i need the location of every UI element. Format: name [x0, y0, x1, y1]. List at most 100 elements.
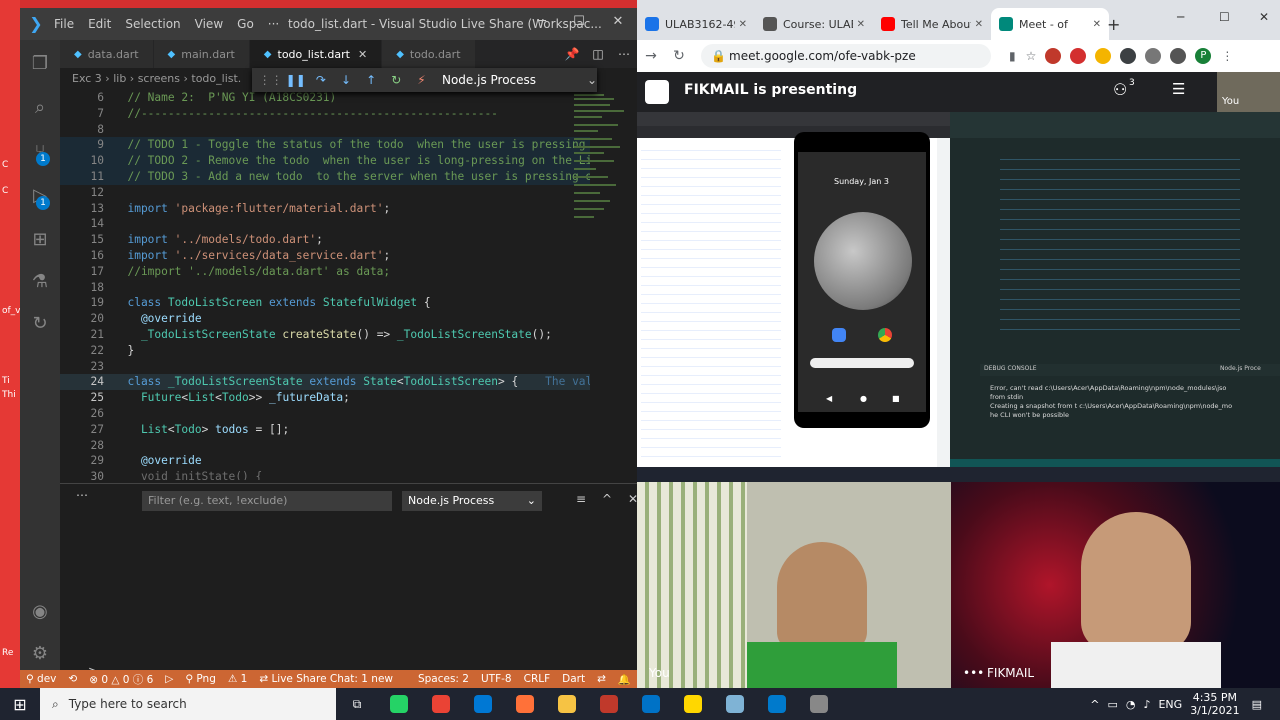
pin-icon[interactable]: 📌 — [559, 40, 585, 68]
taskbar-app-icon[interactable] — [714, 688, 756, 720]
close-tab-icon[interactable]: ✕ — [739, 19, 747, 30]
people-icon[interactable]: ⚇ — [1113, 80, 1127, 99]
close-tab-icon[interactable]: ✕ — [857, 19, 865, 30]
run-debug-icon[interactable]: ▷1 — [28, 184, 52, 210]
status-item[interactable]: ▷ — [165, 673, 173, 685]
status-item[interactable]: ⊗ 0 △ 0 ⓘ 6 — [89, 672, 153, 687]
reload-icon[interactable]: ↻ — [665, 48, 693, 64]
menu-view[interactable]: View — [195, 17, 223, 31]
participant-tile-you[interactable]: You — [637, 482, 951, 688]
chevron-down-icon[interactable]: ⌄ — [587, 73, 597, 87]
more-icon[interactable]: ⋯ — [76, 488, 88, 502]
extension-icon[interactable] — [1145, 48, 1162, 64]
maximize-icon[interactable]: ☐ — [564, 14, 594, 29]
pause-icon[interactable]: ❚❚ — [283, 73, 308, 87]
menu-go[interactable]: Go — [237, 17, 254, 31]
tab-todo-dart[interactable]: ◆ todo.dart — [382, 40, 476, 68]
source-control-icon[interactable]: ⑂1 — [28, 140, 52, 166]
status-item[interactable]: CRLF — [524, 673, 551, 685]
task-view-icon[interactable]: ⧉ — [336, 688, 378, 720]
minimize-icon[interactable]: ─ — [527, 14, 557, 29]
taskbar-app-icon[interactable] — [420, 688, 462, 720]
extension-icon[interactable] — [1095, 48, 1112, 64]
start-windows-icon[interactable]: ⊞ — [0, 688, 40, 720]
participant-tile-fikmail[interactable]: ••• FIKMAIL — [951, 482, 1280, 688]
maximize-panel-icon[interactable]: ^ — [602, 492, 612, 506]
taskbar-app-icon[interactable] — [546, 688, 588, 720]
taskbar-app-icon[interactable] — [462, 688, 504, 720]
menu-edit[interactable]: Edit — [88, 17, 111, 31]
clear-console-icon[interactable]: ≡ — [576, 492, 586, 506]
extension-icon[interactable] — [1120, 48, 1137, 64]
back-icon[interactable]: → — [637, 48, 665, 64]
menu-more[interactable]: ··· — [268, 17, 279, 31]
tab-data-dart[interactable]: ◆ data.dart — [60, 40, 154, 68]
status-item[interactable]: ⇄ — [597, 673, 606, 685]
status-item[interactable]: Dart — [562, 673, 585, 685]
close-tab-icon[interactable]: ✕ — [358, 48, 367, 61]
tab-todo-list-dart[interactable]: ◆ todo_list.dart ✕ — [249, 40, 383, 68]
console-filter-input[interactable]: Filter (e.g. text, !exclude) — [142, 491, 392, 511]
notifications-icon[interactable]: ▤ — [1252, 698, 1262, 711]
close-tab-icon[interactable]: ✕ — [1093, 19, 1101, 30]
restart-icon[interactable]: ↻ — [384, 73, 409, 87]
search-icon[interactable]: ⌕ — [28, 96, 52, 120]
status-item[interactable]: ⚲ Png — [185, 673, 216, 685]
close-icon[interactable]: ✕ — [1259, 10, 1269, 24]
browser-tab[interactable]: Course: ULAB ✕ — [755, 8, 873, 40]
camera-icon[interactable]: ▮ — [1009, 49, 1016, 63]
extension-icon[interactable] — [1045, 48, 1062, 64]
menu-file[interactable]: File — [54, 17, 74, 31]
new-tab-icon[interactable]: + — [1107, 15, 1120, 34]
chat-icon[interactable]: ☰ — [1172, 80, 1185, 98]
chevron-up-icon[interactable]: ^ — [1090, 698, 1099, 711]
status-item[interactable]: ⇄ Live Share Chat: 1 new — [259, 673, 393, 685]
volume-icon[interactable]: ♪ — [1143, 698, 1150, 711]
taskbar-app-icon[interactable] — [756, 688, 798, 720]
taskbar-app-icon[interactable] — [630, 688, 672, 720]
browser-tab[interactable]: Tell Me About ✕ — [873, 8, 991, 40]
close-icon[interactable]: ✕ — [603, 14, 633, 29]
taskbar-app-icon[interactable] — [672, 688, 714, 720]
profile-avatar[interactable]: P — [1195, 48, 1212, 64]
taskbar-app-icon[interactable] — [798, 688, 840, 720]
puzzle-icon[interactable] — [1170, 48, 1187, 64]
tab-main-dart[interactable]: ◆ main.dart — [153, 40, 250, 68]
menu-dots-icon[interactable]: ⋮ — [1221, 49, 1233, 63]
minimize-icon[interactable]: ─ — [1177, 10, 1184, 24]
menu-selection[interactable]: Selection — [125, 17, 180, 31]
more-actions-icon[interactable]: ⋯ — [611, 40, 637, 68]
browser-tab[interactable]: Meet - of ✕ — [991, 8, 1109, 40]
network-icon[interactable]: ▭ — [1107, 698, 1117, 711]
clock[interactable]: 4:35 PM 3/1/2021 — [1190, 691, 1239, 717]
browser-tab[interactable]: ULAB3162-49 ✕ — [637, 8, 755, 40]
status-item[interactable]: Spaces: 2 — [418, 673, 469, 685]
explorer-icon[interactable]: ❐ — [28, 52, 52, 76]
code-editor[interactable]: 6 // Name 2: P'NG YI (A18CS0231) 7 //----… — [60, 90, 590, 480]
live-share-icon[interactable]: ↻ — [28, 312, 52, 336]
taskbar-app-icon[interactable] — [504, 688, 546, 720]
disconnect-icon[interactable]: ⚡ — [409, 73, 434, 87]
more-icon[interactable]: ••• — [963, 666, 984, 680]
taskbar-app-icon[interactable] — [378, 688, 420, 720]
status-item[interactable]: 🔔 — [618, 673, 631, 686]
language[interactable]: ENG — [1158, 698, 1182, 711]
extensions-icon[interactable]: ⊞ — [28, 228, 52, 252]
minimap[interactable] — [572, 90, 632, 230]
console-process-select[interactable]: Node.js Process ⌄ — [402, 491, 542, 511]
status-item[interactable]: ⚲ dev — [26, 673, 56, 685]
status-item[interactable]: UTF-8 — [481, 673, 512, 685]
status-item[interactable]: ⚠ 1 — [228, 673, 247, 685]
drag-handle-icon[interactable]: ⋮⋮ — [258, 73, 283, 87]
taskbar-app-icon[interactable] — [588, 688, 630, 720]
debug-process-select[interactable]: Node.js Process — [442, 73, 587, 87]
close-tab-icon[interactable]: ✕ — [975, 19, 983, 30]
settings-gear-icon[interactable]: ⚙ — [28, 642, 52, 666]
status-item[interactable]: ⟲ — [68, 673, 77, 685]
maximize-icon[interactable]: ☐ — [1219, 10, 1230, 24]
step-over-icon[interactable]: ↷ — [308, 73, 333, 87]
split-editor-icon[interactable]: ◫ — [585, 40, 611, 68]
address-bar[interactable]: 🔒 meet.google.com/ofe-vabk-pze — [701, 44, 991, 68]
wifi-icon[interactable]: ◔ — [1126, 698, 1136, 711]
extension-icon[interactable] — [1070, 48, 1087, 64]
